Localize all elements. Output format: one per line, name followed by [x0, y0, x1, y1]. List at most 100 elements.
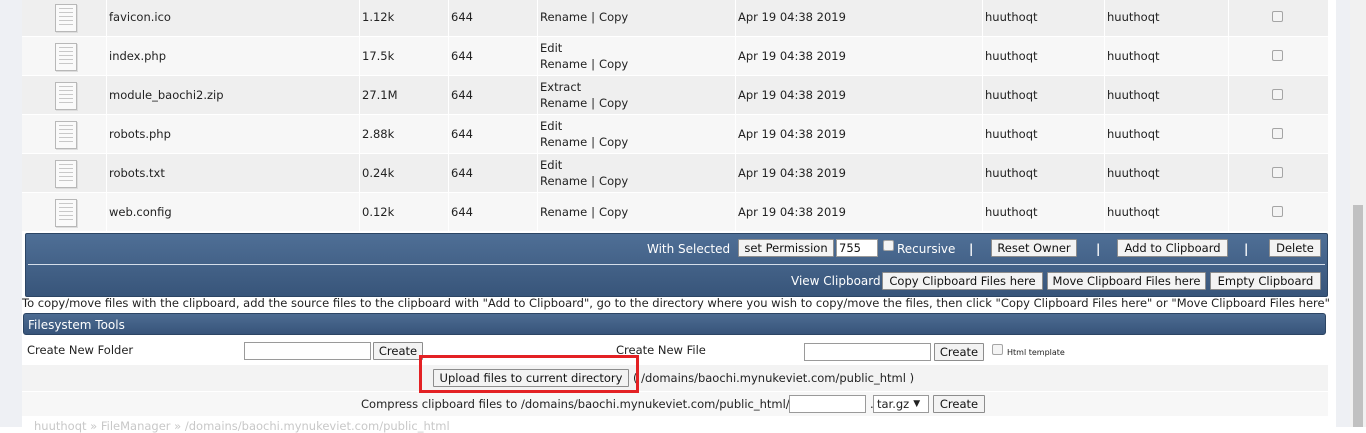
set-permission-button[interactable]: set Permission: [738, 239, 834, 257]
recursive-checkbox[interactable]: [883, 240, 894, 251]
file-name-link[interactable]: favicon.ico: [109, 10, 359, 24]
file-name-link[interactable]: index.php: [109, 49, 359, 63]
file-date-cell: Apr 19 04:38 2019: [738, 0, 978, 36]
table-row[interactable]: module_baochi2.zip 27.1M 644 Apr 19 04:38 2…: [22, 76, 1328, 115]
copy-clipboard-files-button[interactable]: Copy Clipboard Files here: [882, 272, 1043, 290]
scrollbar-thumb[interactable]: [1353, 205, 1363, 427]
file-action-edit-link[interactable]: Edit: [540, 158, 562, 172]
file-name-link[interactable]: module_baochi2.zip: [109, 88, 359, 102]
table-row[interactable]: robots.txt 0.24k 644 Apr 19 04:38 2019 huuth…: [22, 154, 1328, 193]
file-date: Apr 19 04:38 2019: [738, 205, 846, 219]
delete-button[interactable]: Delete: [1269, 239, 1321, 257]
file-size-cell: 2.88k: [362, 115, 447, 153]
view-clipboard-link[interactable]: View Clipboard: [791, 274, 881, 288]
selection-toolbar: With Selected set Permission Recursive |…: [25, 233, 1328, 297]
file-icon-line: [59, 16, 73, 17]
file-permission-link[interactable]: 644: [451, 49, 536, 63]
file-date: Apr 19 04:38 2019: [738, 166, 846, 180]
reset-owner-button[interactable]: Reset Owner: [991, 239, 1077, 257]
file-icon: [55, 4, 77, 32]
file-permission-link[interactable]: 644: [451, 205, 536, 219]
permission-input[interactable]: [836, 239, 878, 257]
file-icon-line: [59, 219, 73, 220]
compress-filename-input[interactable]: [789, 395, 866, 413]
file-permission-link[interactable]: 644: [451, 88, 536, 102]
file-size-cell: 27.1M: [362, 76, 447, 114]
create-file-button[interactable]: Create: [934, 343, 984, 361]
file-icon-line: [59, 203, 73, 204]
file-actions-line: Edit: [540, 118, 735, 134]
file-action-extract-link[interactable]: Extract: [540, 80, 581, 94]
table-row[interactable]: web.config 0.12k 644 Apr 19 04:38 2019 huuth…: [22, 193, 1328, 232]
column-divider: [735, 37, 736, 75]
file-permission-link[interactable]: 644: [451, 10, 536, 24]
column-divider: [735, 115, 736, 153]
file-name-link[interactable]: robots.php: [109, 127, 359, 141]
column-divider: [106, 193, 107, 231]
file-permission-link[interactable]: 644: [451, 127, 536, 141]
file-group-cell: huuthoqt: [1107, 37, 1267, 75]
file-name-link[interactable]: web.config: [109, 205, 359, 219]
file-icon-line: [59, 8, 73, 9]
file-icon-line: [59, 137, 73, 138]
new-file-input[interactable]: [804, 343, 931, 361]
move-clipboard-files-button[interactable]: Move Clipboard Files here: [1047, 272, 1206, 290]
file-action-copy-link[interactable]: Copy: [599, 96, 628, 110]
compress-format-select[interactable]: tar.gz ▼: [873, 395, 929, 413]
file-action-rename-link[interactable]: Rename: [540, 96, 587, 110]
file-action-copy-link[interactable]: Copy: [599, 135, 628, 149]
file-action-rename-link[interactable]: Rename: [540, 135, 587, 149]
file-group-cell: huuthoqt: [1107, 154, 1267, 192]
file-action-rename-link[interactable]: Rename: [540, 205, 587, 219]
file-action-copy-link[interactable]: Copy: [599, 57, 628, 71]
row-select-checkbox[interactable]: [1272, 89, 1283, 100]
right-gutter: [1336, 0, 1350, 427]
html-template-checkbox[interactable]: [992, 344, 1003, 355]
column-divider: [982, 115, 983, 153]
file-date: Apr 19 04:38 2019: [738, 88, 846, 102]
column-divider: [448, 0, 449, 36]
toolbar-divider: [28, 264, 1325, 265]
file-name-link-cell: index.php: [109, 37, 359, 75]
file-action-edit-link[interactable]: Edit: [540, 119, 562, 133]
separator: |: [1244, 242, 1249, 256]
empty-clipboard-button[interactable]: Empty Clipboard: [1210, 272, 1321, 290]
column-divider: [448, 115, 449, 153]
table-row[interactable]: index.php 17.5k 644 Apr 19 04:38 2019 huutho…: [22, 37, 1328, 76]
file-action-rename-link[interactable]: Rename: [540, 10, 587, 24]
file-permission-link-cell: 644: [451, 115, 536, 153]
upload-path-text: ( /domains/baochi.mynukeviet.com/public_…: [633, 371, 915, 385]
column-divider: [537, 193, 538, 231]
column-divider: [359, 115, 360, 153]
file-permission-link-cell: 644: [451, 76, 536, 114]
compress-create-button[interactable]: Create: [933, 395, 985, 413]
create-folder-button[interactable]: Create: [373, 342, 423, 360]
table-row[interactable]: favicon.ico 1.12k 644 Apr 19 04:38 2019 huut…: [22, 0, 1328, 37]
file-actions-line: Rename | Copy: [540, 95, 735, 111]
column-divider: [735, 0, 736, 36]
row-select-checkbox[interactable]: [1272, 206, 1283, 217]
file-action-rename-link[interactable]: Rename: [540, 57, 587, 71]
vertical-scrollbar[interactable]: [1350, 0, 1366, 427]
row-select-checkbox[interactable]: [1272, 167, 1283, 178]
file-permission-link[interactable]: 644: [451, 166, 536, 180]
file-icon-line: [59, 47, 73, 48]
file-action-copy-link[interactable]: Copy: [599, 174, 628, 188]
file-action-rename-link[interactable]: Rename: [540, 174, 587, 188]
file-action-edit-link[interactable]: Edit: [540, 41, 562, 55]
file-icon-line: [59, 63, 73, 64]
file-action-copy-link[interactable]: Copy: [599, 10, 628, 24]
row-select-checkbox[interactable]: [1272, 11, 1283, 22]
add-to-clipboard-button[interactable]: Add to Clipboard: [1117, 239, 1228, 257]
table-row[interactable]: robots.php 2.88k 644 Apr 19 04:38 2019 huuth…: [22, 115, 1328, 154]
new-folder-input[interactable]: [244, 342, 371, 360]
file-name-link[interactable]: robots.txt: [109, 166, 359, 180]
file-action-copy-link[interactable]: Copy: [599, 205, 628, 219]
file-size: 27.1M: [362, 88, 398, 102]
row-select-checkbox[interactable]: [1272, 50, 1283, 61]
file-icon-line: [59, 141, 73, 142]
file-actions-cell: Edit Rename | Copy: [540, 37, 735, 75]
row-select-checkbox[interactable]: [1272, 128, 1283, 139]
file-icon-line: [59, 164, 73, 165]
file-owner-cell: huuthoqt: [985, 76, 1105, 114]
